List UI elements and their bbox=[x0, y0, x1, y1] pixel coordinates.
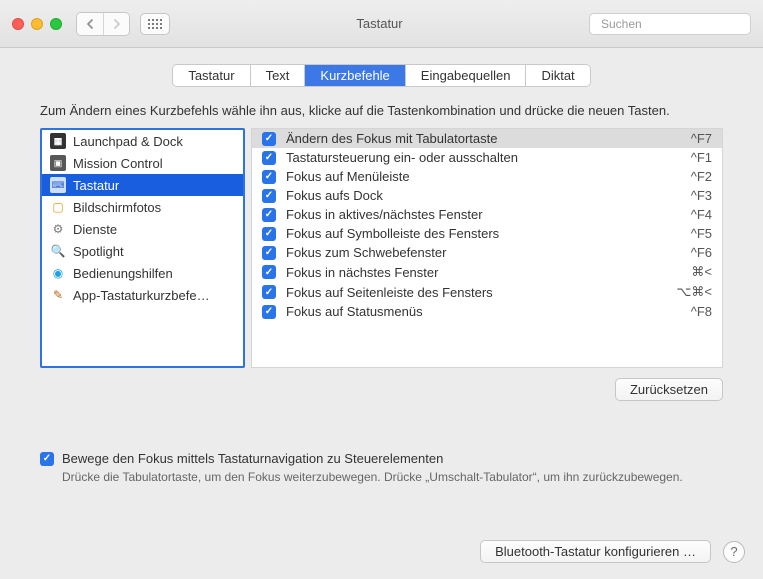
category-sidebar[interactable]: ▦ Launchpad & Dock ▣ Mission Control ⌨ Tastat… bbox=[40, 128, 245, 368]
shortcut-keys: ^F8 bbox=[691, 304, 712, 319]
window-controls bbox=[12, 18, 62, 30]
shortcut-keys: ^F4 bbox=[691, 207, 712, 222]
shortcut-row[interactable]: ✓ Tastatursteuerung ein- oder ausschalten… bbox=[252, 148, 722, 167]
shortcut-label: Fokus auf Menüleiste bbox=[286, 169, 681, 184]
shortcut-row[interactable]: ✓ Fokus auf Statusmenüs ^F8 bbox=[252, 302, 722, 321]
shortcut-keys: ^F1 bbox=[691, 150, 712, 165]
shortcut-keys: ^F3 bbox=[691, 188, 712, 203]
sidebar-item-label: Bedienungshilfen bbox=[73, 266, 173, 281]
shortcut-label: Tastatursteuerung ein- oder ausschalten bbox=[286, 150, 681, 165]
close-window-button[interactable] bbox=[12, 18, 24, 30]
tab-tastatur[interactable]: Tastatur bbox=[173, 65, 250, 86]
accessibility-icon: ◉ bbox=[50, 265, 66, 281]
sidebar-item-label: Spotlight bbox=[73, 244, 124, 259]
shortcut-row[interactable]: ✓ Fokus auf Menüleiste ^F2 bbox=[252, 167, 722, 186]
zoom-window-button[interactable] bbox=[50, 18, 62, 30]
shortcut-label: Fokus aufs Dock bbox=[286, 188, 681, 203]
grid-icon bbox=[148, 19, 162, 29]
tab-bar: TastaturTextKurzbefehleEingabequellenDik… bbox=[0, 64, 763, 87]
shortcut-keys: ^F2 bbox=[691, 169, 712, 184]
services-icon: ⚙ bbox=[50, 221, 66, 237]
help-icon: ? bbox=[730, 544, 737, 559]
sidebar-item-label: Launchpad & Dock bbox=[73, 134, 183, 149]
sidebar-item-4[interactable]: ⚙ Dienste bbox=[42, 218, 243, 240]
checkbox-icon[interactable]: ✓ bbox=[262, 265, 276, 279]
shortcut-label: Ändern des Fokus mit Tabulatortaste bbox=[286, 131, 681, 146]
sidebar-item-label: Dienste bbox=[73, 222, 117, 237]
sidebar-item-label: Tastatur bbox=[73, 178, 119, 193]
launchpad-icon: ▦ bbox=[50, 133, 66, 149]
checkbox-icon[interactable]: ✓ bbox=[262, 170, 276, 184]
titlebar: Tastatur bbox=[0, 0, 763, 48]
shortcut-keys: ^F7 bbox=[691, 131, 712, 146]
tabnav-option[interactable]: ✓ Bewege den Fokus mittels Tastaturnavig… bbox=[40, 451, 723, 466]
screenshot-icon: ▢ bbox=[50, 199, 66, 215]
sidebar-item-2[interactable]: ⌨ Tastatur bbox=[42, 174, 243, 196]
tab-eingabequellen[interactable]: Eingabequellen bbox=[406, 65, 527, 86]
shortcut-label: Fokus auf Seitenleiste des Fensters bbox=[286, 285, 666, 300]
checkbox-icon[interactable]: ✓ bbox=[262, 246, 276, 260]
sidebar-item-1[interactable]: ▣ Mission Control bbox=[42, 152, 243, 174]
shortcut-keys: ^F5 bbox=[691, 226, 712, 241]
shortcut-keys: ⌘< bbox=[691, 264, 712, 280]
shortcut-label: Fokus auf Symbolleiste des Fensters bbox=[286, 226, 681, 241]
sidebar-item-label: Mission Control bbox=[73, 156, 163, 171]
sidebar-item-3[interactable]: ▢ Bildschirmfotos bbox=[42, 196, 243, 218]
tab-text[interactable]: Text bbox=[251, 65, 306, 86]
shortcut-row[interactable]: ✓ Fokus aufs Dock ^F3 bbox=[252, 186, 722, 205]
shortcut-row[interactable]: ✓ Fokus in aktives/nächstes Fenster ^F4 bbox=[252, 205, 722, 224]
shortcut-row[interactable]: ✓ Fokus in nächstes Fenster ⌘< bbox=[252, 262, 722, 282]
nav-back-forward bbox=[76, 12, 130, 36]
back-button[interactable] bbox=[77, 13, 103, 35]
shortcut-label: Fokus in nächstes Fenster bbox=[286, 265, 681, 280]
sidebar-item-0[interactable]: ▦ Launchpad & Dock bbox=[42, 130, 243, 152]
bluetooth-config-button[interactable]: Bluetooth-Tastatur konfigurieren … bbox=[480, 540, 711, 563]
window-title: Tastatur bbox=[180, 16, 579, 31]
shortcut-row[interactable]: ✓ Ändern des Fokus mit Tabulatortaste ^F7 bbox=[252, 129, 722, 148]
sidebar-item-label: Bildschirmfotos bbox=[73, 200, 161, 215]
minimize-window-button[interactable] bbox=[31, 18, 43, 30]
sidebar-item-6[interactable]: ◉ Bedienungshilfen bbox=[42, 262, 243, 284]
mission-control-icon: ▣ bbox=[50, 155, 66, 171]
show-all-prefs-button[interactable] bbox=[140, 13, 170, 35]
shortcut-list[interactable]: ✓Ändern des Fokus mit Tabulatortaste^F7✓… bbox=[251, 128, 723, 368]
forward-button[interactable] bbox=[103, 13, 129, 35]
sidebar-item-5[interactable]: 🔍 Spotlight bbox=[42, 240, 243, 262]
checkbox-icon[interactable]: ✓ bbox=[262, 305, 276, 319]
shortcut-row[interactable]: ✓ Fokus auf Seitenleiste des Fensters ⌥⌘< bbox=[252, 282, 722, 302]
shortcut-row[interactable]: ✓ Fokus auf Symbolleiste des Fensters ^F5 bbox=[252, 224, 722, 243]
shortcut-keys: ^F6 bbox=[691, 245, 712, 260]
reset-button[interactable]: Zurücksetzen bbox=[615, 378, 723, 401]
checkbox-icon[interactable]: ✓ bbox=[262, 189, 276, 203]
shortcut-row[interactable]: ✓ Fokus zum Schwebefenster ^F6 bbox=[252, 243, 722, 262]
shortcut-label: Fokus auf Statusmenüs bbox=[286, 304, 681, 319]
shortcut-keys: ⌥⌘< bbox=[676, 284, 712, 300]
checkbox-icon[interactable]: ✓ bbox=[262, 208, 276, 222]
search-input[interactable] bbox=[601, 17, 756, 31]
help-button[interactable]: ? bbox=[723, 541, 745, 563]
checkbox-icon[interactable]: ✓ bbox=[40, 452, 54, 466]
instruction-text: Zum Ändern eines Kurzbefehls wähle ihn a… bbox=[0, 87, 763, 128]
tabnav-option-label: Bewege den Fokus mittels Tastaturnavigat… bbox=[62, 451, 443, 466]
spotlight-icon: 🔍 bbox=[50, 243, 66, 259]
sidebar-item-7[interactable]: ✎ App-Tastaturkurzbefe… bbox=[42, 284, 243, 306]
checkbox-icon[interactable]: ✓ bbox=[262, 285, 276, 299]
shortcut-label: Fokus zum Schwebefenster bbox=[286, 245, 681, 260]
chevron-left-icon bbox=[86, 19, 94, 29]
tab-diktat[interactable]: Diktat bbox=[526, 65, 589, 86]
checkbox-icon[interactable]: ✓ bbox=[262, 151, 276, 165]
keyboard-icon: ⌨ bbox=[50, 177, 66, 193]
search-field[interactable] bbox=[589, 13, 751, 35]
checkbox-icon[interactable]: ✓ bbox=[262, 227, 276, 241]
tab-kurzbefehle[interactable]: Kurzbefehle bbox=[305, 65, 405, 86]
tabnav-hint: Drücke die Tabulatortaste, um den Fokus … bbox=[62, 470, 723, 484]
shortcut-label: Fokus in aktives/nächstes Fenster bbox=[286, 207, 681, 222]
app-shortcuts-icon: ✎ bbox=[50, 287, 66, 303]
chevron-right-icon bbox=[113, 19, 121, 29]
checkbox-icon[interactable]: ✓ bbox=[262, 132, 276, 146]
sidebar-item-label: App-Tastaturkurzbefe… bbox=[73, 288, 210, 303]
